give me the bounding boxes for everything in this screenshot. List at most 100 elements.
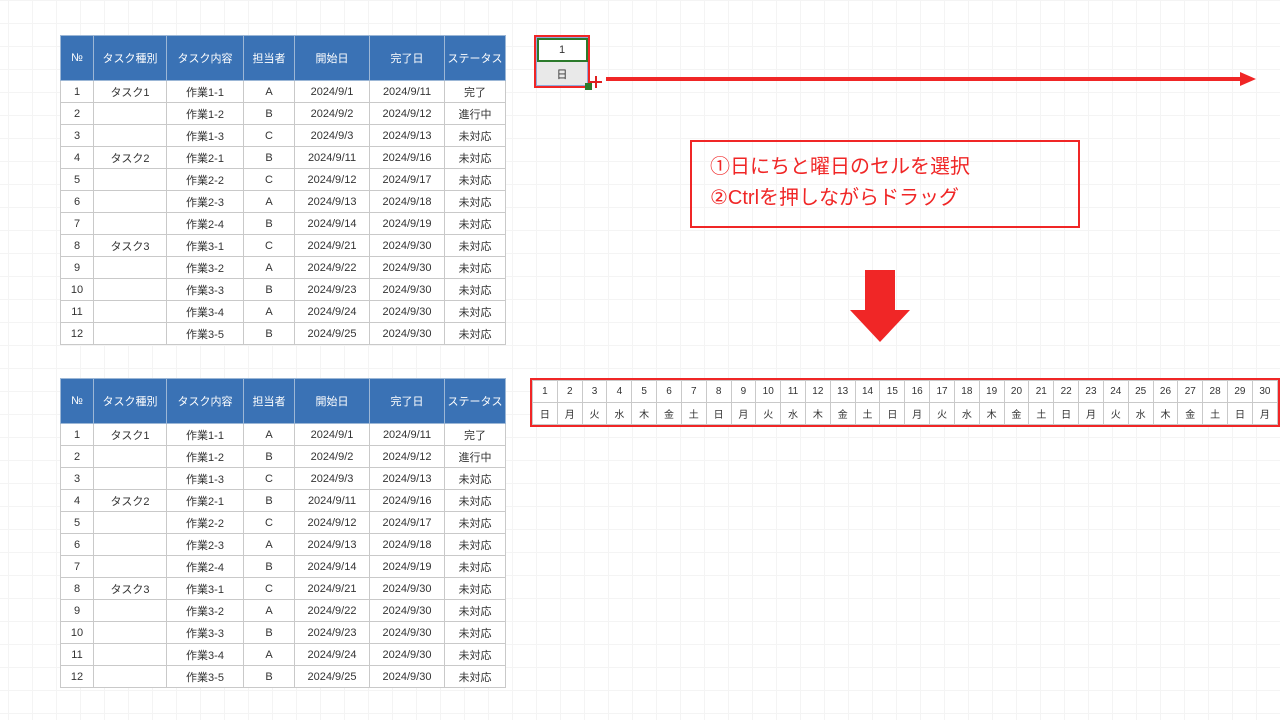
calendar-day-number[interactable]: 13 — [830, 381, 855, 403]
cell-pic[interactable]: B — [244, 323, 295, 345]
calendar-day-number[interactable]: 29 — [1228, 381, 1253, 403]
cell-status[interactable]: 未対応 — [445, 600, 506, 622]
calendar-day-number[interactable]: 30 — [1252, 381, 1277, 403]
cell-end[interactable]: 2024/9/30 — [370, 257, 445, 279]
calendar-weekday[interactable]: 火 — [930, 403, 955, 425]
task-table-bottom[interactable]: № タスク種別 タスク内容 担当者 開始日 完了日 ステータス 1タスク1作業1… — [60, 378, 506, 688]
cell-end[interactable]: 2024/9/16 — [370, 147, 445, 169]
calendar-day-number[interactable]: 24 — [1103, 381, 1128, 403]
table-row[interactable]: 5作業2-2C2024/9/122024/9/17未対応 — [61, 512, 506, 534]
cell-no[interactable]: 2 — [61, 446, 94, 468]
cell-no[interactable]: 4 — [61, 490, 94, 512]
cell-pic[interactable]: A — [244, 81, 295, 103]
cell-task[interactable]: 作業2-3 — [167, 191, 244, 213]
fill-cell-day-number[interactable]: 1 — [537, 38, 588, 62]
table-row[interactable]: 4タスク2作業2-1B2024/9/112024/9/16未対応 — [61, 147, 506, 169]
table-row[interactable]: 2作業1-2B2024/9/22024/9/12進行中 — [61, 103, 506, 125]
cell-status[interactable]: 未対応 — [445, 666, 506, 688]
cell-start[interactable]: 2024/9/11 — [295, 490, 370, 512]
cell-kind[interactable] — [94, 213, 167, 235]
calendar-weekday[interactable]: 月 — [731, 403, 756, 425]
cell-start[interactable]: 2024/9/12 — [295, 169, 370, 191]
cell-start[interactable]: 2024/9/14 — [295, 213, 370, 235]
calendar-weekday[interactable]: 木 — [805, 403, 830, 425]
cell-task[interactable]: 作業2-4 — [167, 556, 244, 578]
cell-start[interactable]: 2024/9/14 — [295, 556, 370, 578]
cell-task[interactable]: 作業1-2 — [167, 446, 244, 468]
cell-pic[interactable]: A — [244, 424, 295, 446]
cell-kind[interactable] — [94, 323, 167, 345]
cell-start[interactable]: 2024/9/13 — [295, 191, 370, 213]
calendar-day-number[interactable]: 21 — [1029, 381, 1054, 403]
cell-start[interactable]: 2024/9/23 — [295, 279, 370, 301]
cell-end[interactable]: 2024/9/30 — [370, 666, 445, 688]
cell-kind[interactable]: タスク1 — [94, 81, 167, 103]
cell-no[interactable]: 1 — [61, 81, 94, 103]
calendar-weekday[interactable]: 火 — [1103, 403, 1128, 425]
cell-end[interactable]: 2024/9/11 — [370, 424, 445, 446]
calendar-day-number[interactable]: 25 — [1128, 381, 1153, 403]
cell-status[interactable]: 進行中 — [445, 446, 506, 468]
cell-kind[interactable]: タスク1 — [94, 424, 167, 446]
cell-start[interactable]: 2024/9/22 — [295, 600, 370, 622]
cell-status[interactable]: 未対応 — [445, 578, 506, 600]
calendar-weekday[interactable]: 水 — [1128, 403, 1153, 425]
calendar-day-number[interactable]: 18 — [954, 381, 979, 403]
cell-no[interactable]: 11 — [61, 644, 94, 666]
cell-start[interactable]: 2024/9/22 — [295, 257, 370, 279]
calendar-weekday[interactable]: 日 — [706, 403, 731, 425]
calendar-weekday[interactable]: 月 — [1252, 403, 1277, 425]
cell-end[interactable]: 2024/9/17 — [370, 512, 445, 534]
cell-end[interactable]: 2024/9/17 — [370, 169, 445, 191]
cell-end[interactable]: 2024/9/30 — [370, 578, 445, 600]
cell-status[interactable]: 未対応 — [445, 257, 506, 279]
calendar-weekday[interactable]: 日 — [880, 403, 905, 425]
calendar-weekday[interactable]: 日 — [1054, 403, 1079, 425]
cell-pic[interactable]: B — [244, 666, 295, 688]
cell-kind[interactable] — [94, 644, 167, 666]
cell-status[interactable]: 未対応 — [445, 323, 506, 345]
calendar-day-number[interactable]: 12 — [805, 381, 830, 403]
cell-task[interactable]: 作業2-2 — [167, 512, 244, 534]
cell-no[interactable]: 6 — [61, 191, 94, 213]
table-row[interactable]: 6作業2-3A2024/9/132024/9/18未対応 — [61, 534, 506, 556]
cell-kind[interactable] — [94, 512, 167, 534]
calendar-day-number[interactable]: 11 — [781, 381, 806, 403]
cell-task[interactable]: 作業3-2 — [167, 257, 244, 279]
table-row[interactable]: 11作業3-4A2024/9/242024/9/30未対応 — [61, 644, 506, 666]
calendar-day-number[interactable]: 26 — [1153, 381, 1178, 403]
cell-pic[interactable]: B — [244, 622, 295, 644]
calendar-weekday[interactable]: 木 — [632, 403, 657, 425]
cell-task[interactable]: 作業2-3 — [167, 534, 244, 556]
cell-task[interactable]: 作業3-4 — [167, 301, 244, 323]
calendar-day-number[interactable]: 17 — [930, 381, 955, 403]
cell-start[interactable]: 2024/9/1 — [295, 81, 370, 103]
cell-start[interactable]: 2024/9/13 — [295, 534, 370, 556]
cell-task[interactable]: 作業3-1 — [167, 235, 244, 257]
table-row[interactable]: 1タスク1作業1-1A2024/9/12024/9/11完了 — [61, 424, 506, 446]
cell-no[interactable]: 9 — [61, 257, 94, 279]
table-row[interactable]: 9作業3-2A2024/9/222024/9/30未対応 — [61, 600, 506, 622]
cell-status[interactable]: 未対応 — [445, 622, 506, 644]
cell-task[interactable]: 作業2-1 — [167, 490, 244, 512]
calendar-weekday[interactable]: 日 — [1228, 403, 1253, 425]
calendar-day-number[interactable]: 5 — [632, 381, 657, 403]
task-table-top[interactable]: № タスク種別 タスク内容 担当者 開始日 完了日 ステータス 1タスク1作業1… — [60, 35, 506, 345]
cell-status[interactable]: 未対応 — [445, 490, 506, 512]
cell-kind[interactable] — [94, 622, 167, 644]
table-row[interactable]: 6作業2-3A2024/9/132024/9/18未対応 — [61, 191, 506, 213]
cell-task[interactable]: 作業3-4 — [167, 644, 244, 666]
calendar-weekday[interactable]: 水 — [954, 403, 979, 425]
cell-status[interactable]: 未対応 — [445, 191, 506, 213]
table-row[interactable]: 3作業1-3C2024/9/32024/9/13未対応 — [61, 125, 506, 147]
calendar-day-number[interactable]: 10 — [756, 381, 781, 403]
calendar-weekday[interactable]: 月 — [905, 403, 930, 425]
cell-pic[interactable]: C — [244, 578, 295, 600]
cell-end[interactable]: 2024/9/19 — [370, 213, 445, 235]
cell-kind[interactable]: タスク2 — [94, 490, 167, 512]
cell-kind[interactable] — [94, 191, 167, 213]
cell-no[interactable]: 7 — [61, 556, 94, 578]
cell-start[interactable]: 2024/9/25 — [295, 323, 370, 345]
cell-end[interactable]: 2024/9/30 — [370, 235, 445, 257]
table-row[interactable]: 5作業2-2C2024/9/122024/9/17未対応 — [61, 169, 506, 191]
